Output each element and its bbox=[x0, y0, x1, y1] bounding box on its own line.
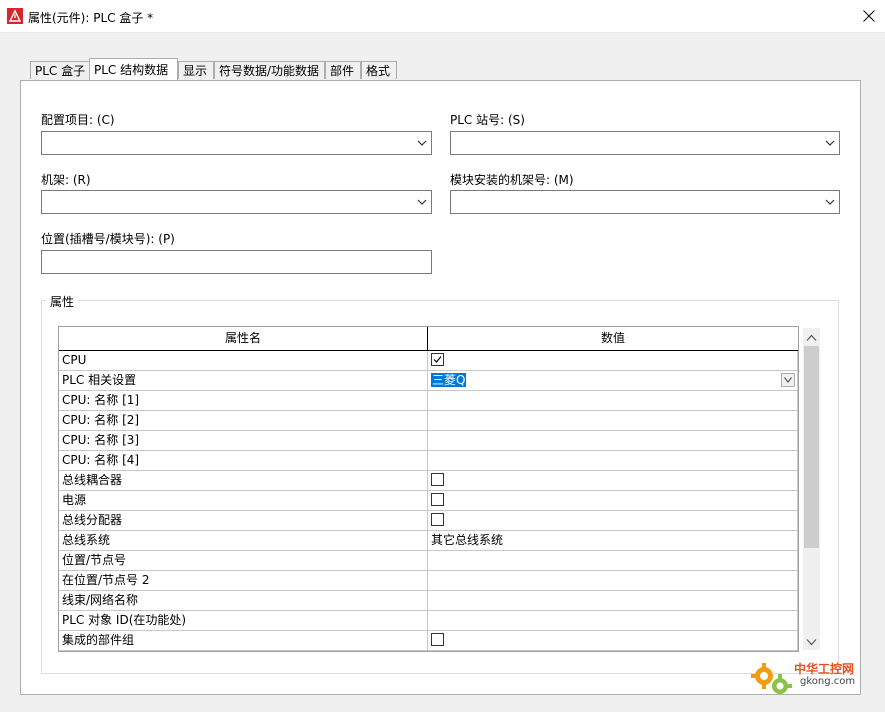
scroll-down-icon[interactable] bbox=[806, 638, 817, 646]
table-row[interactable]: 位置/节点号 bbox=[59, 551, 798, 571]
plc-station-label: PLC 站号: (S) bbox=[450, 113, 525, 127]
title-bar: 属性(元件): PLC 盒子 * bbox=[0, 0, 885, 33]
properties-grid: 属性名 数值 CPU PLC 相关设置 三菱Q CPU: 名称 [1] CPU:… bbox=[58, 326, 799, 652]
checkbox[interactable] bbox=[431, 473, 444, 486]
chevron-down-icon bbox=[784, 377, 792, 383]
tab-symbol-function-data[interactable]: 符号数据/功能数据 bbox=[214, 61, 325, 79]
dropdown-button[interactable] bbox=[781, 373, 795, 387]
property-value[interactable] bbox=[428, 611, 798, 631]
chevron-down-icon bbox=[417, 199, 427, 205]
properties-group-label: 属性 bbox=[46, 293, 79, 310]
eplan-warning-icon bbox=[7, 8, 23, 24]
column-header-value[interactable]: 数值 bbox=[428, 327, 798, 351]
property-name: CPU: 名称 [4] bbox=[59, 451, 428, 471]
tab-parts[interactable]: 部件 bbox=[325, 61, 361, 79]
property-name: 总线分配器 bbox=[59, 511, 428, 531]
check-icon bbox=[433, 356, 442, 363]
checkbox[interactable] bbox=[431, 493, 444, 506]
table-row[interactable]: 总线分配器 bbox=[59, 511, 798, 531]
checkbox[interactable] bbox=[431, 633, 444, 646]
property-value[interactable] bbox=[428, 351, 798, 371]
position-input[interactable] bbox=[41, 250, 432, 274]
tab-plc-box[interactable]: PLC 盒子 bbox=[30, 61, 90, 79]
close-icon bbox=[863, 10, 875, 22]
gkong-watermark: 中华工控网 gkong.com bbox=[748, 656, 878, 700]
column-header-name[interactable]: 属性名 bbox=[59, 327, 428, 351]
property-value[interactable] bbox=[428, 391, 798, 411]
property-value[interactable] bbox=[428, 431, 798, 451]
scroll-up-icon[interactable] bbox=[806, 334, 817, 342]
property-name: CPU: 名称 [3] bbox=[59, 431, 428, 451]
selected-value: 三菱Q bbox=[431, 373, 467, 387]
property-value[interactable] bbox=[428, 551, 798, 571]
chevron-down-icon bbox=[825, 199, 835, 205]
property-value[interactable] bbox=[428, 591, 798, 611]
property-name: CPU: 名称 [1] bbox=[59, 391, 428, 411]
vertical-scrollbar[interactable] bbox=[803, 328, 820, 650]
table-row[interactable]: 线束/网络名称 bbox=[59, 591, 798, 611]
property-value[interactable] bbox=[428, 411, 798, 431]
tab-format[interactable]: 格式 bbox=[361, 61, 397, 79]
rack-combo[interactable] bbox=[41, 190, 432, 214]
config-item-label: 配置项目: (C) bbox=[41, 113, 115, 127]
table-row[interactable]: 总线耦合器 bbox=[59, 471, 798, 491]
watermark-en-text: gkong.com bbox=[800, 676, 856, 687]
config-item-combo[interactable] bbox=[41, 131, 432, 155]
table-row[interactable]: CPU: 名称 [3] bbox=[59, 431, 798, 451]
grid-header: 属性名 数值 bbox=[59, 327, 798, 351]
property-name: 总线耦合器 bbox=[59, 471, 428, 491]
table-row[interactable]: PLC 对象 ID(在功能处) bbox=[59, 611, 798, 631]
module-rack-combo[interactable] bbox=[450, 190, 840, 214]
checkbox-checked[interactable] bbox=[431, 353, 444, 366]
property-name: 集成的部件组 bbox=[59, 631, 428, 651]
property-value[interactable] bbox=[428, 511, 798, 531]
property-name: CPU: 名称 [2] bbox=[59, 411, 428, 431]
position-label: 位置(插槽号/模块号): (P) bbox=[41, 232, 175, 246]
table-row[interactable]: 在位置/节点号 2 bbox=[59, 571, 798, 591]
close-button[interactable] bbox=[853, 0, 885, 32]
property-value[interactable] bbox=[428, 471, 798, 491]
tab-plc-structure-data[interactable]: PLC 结构数据 bbox=[89, 58, 178, 80]
window-title: 属性(元件): PLC 盒子 * bbox=[28, 11, 154, 25]
table-row[interactable]: CPU bbox=[59, 351, 798, 371]
property-value[interactable]: 其它总线系统 bbox=[428, 531, 798, 551]
gear-logo-icon bbox=[751, 663, 792, 694]
table-row[interactable]: 电源 bbox=[59, 491, 798, 511]
property-value[interactable] bbox=[428, 631, 798, 651]
property-name: 线束/网络名称 bbox=[59, 591, 428, 611]
plc-station-combo[interactable] bbox=[450, 131, 840, 155]
chevron-down-icon bbox=[417, 140, 427, 146]
property-name: 电源 bbox=[59, 491, 428, 511]
property-name: 位置/节点号 bbox=[59, 551, 428, 571]
property-value[interactable] bbox=[428, 571, 798, 591]
table-row[interactable]: CPU: 名称 [1] bbox=[59, 391, 798, 411]
module-rack-label: 模块安装的机架号: (M) bbox=[450, 173, 574, 187]
table-row[interactable]: PLC 相关设置 三菱Q bbox=[59, 371, 798, 391]
property-value[interactable] bbox=[428, 491, 798, 511]
table-row[interactable]: CPU: 名称 [2] bbox=[59, 411, 798, 431]
rack-label: 机架: (R) bbox=[41, 173, 91, 187]
checkbox[interactable] bbox=[431, 513, 444, 526]
property-name: CPU bbox=[59, 351, 428, 371]
table-row[interactable]: CPU: 名称 [4] bbox=[59, 451, 798, 471]
scrollbar-thumb[interactable] bbox=[804, 346, 819, 548]
table-row[interactable]: 总线系统 其它总线系统 bbox=[59, 531, 798, 551]
property-value-dropdown[interactable]: 三菱Q bbox=[428, 371, 798, 391]
property-name: PLC 对象 ID(在功能处) bbox=[59, 611, 428, 631]
tab-display[interactable]: 显示 bbox=[178, 61, 214, 79]
property-name: 在位置/节点号 2 bbox=[59, 571, 428, 591]
watermark-cn-text: 中华工控网 bbox=[794, 662, 855, 676]
property-name: 总线系统 bbox=[59, 531, 428, 551]
property-name: PLC 相关设置 bbox=[59, 371, 428, 391]
table-row[interactable]: 集成的部件组 bbox=[59, 631, 798, 651]
chevron-down-icon bbox=[825, 140, 835, 146]
property-value[interactable] bbox=[428, 451, 798, 471]
